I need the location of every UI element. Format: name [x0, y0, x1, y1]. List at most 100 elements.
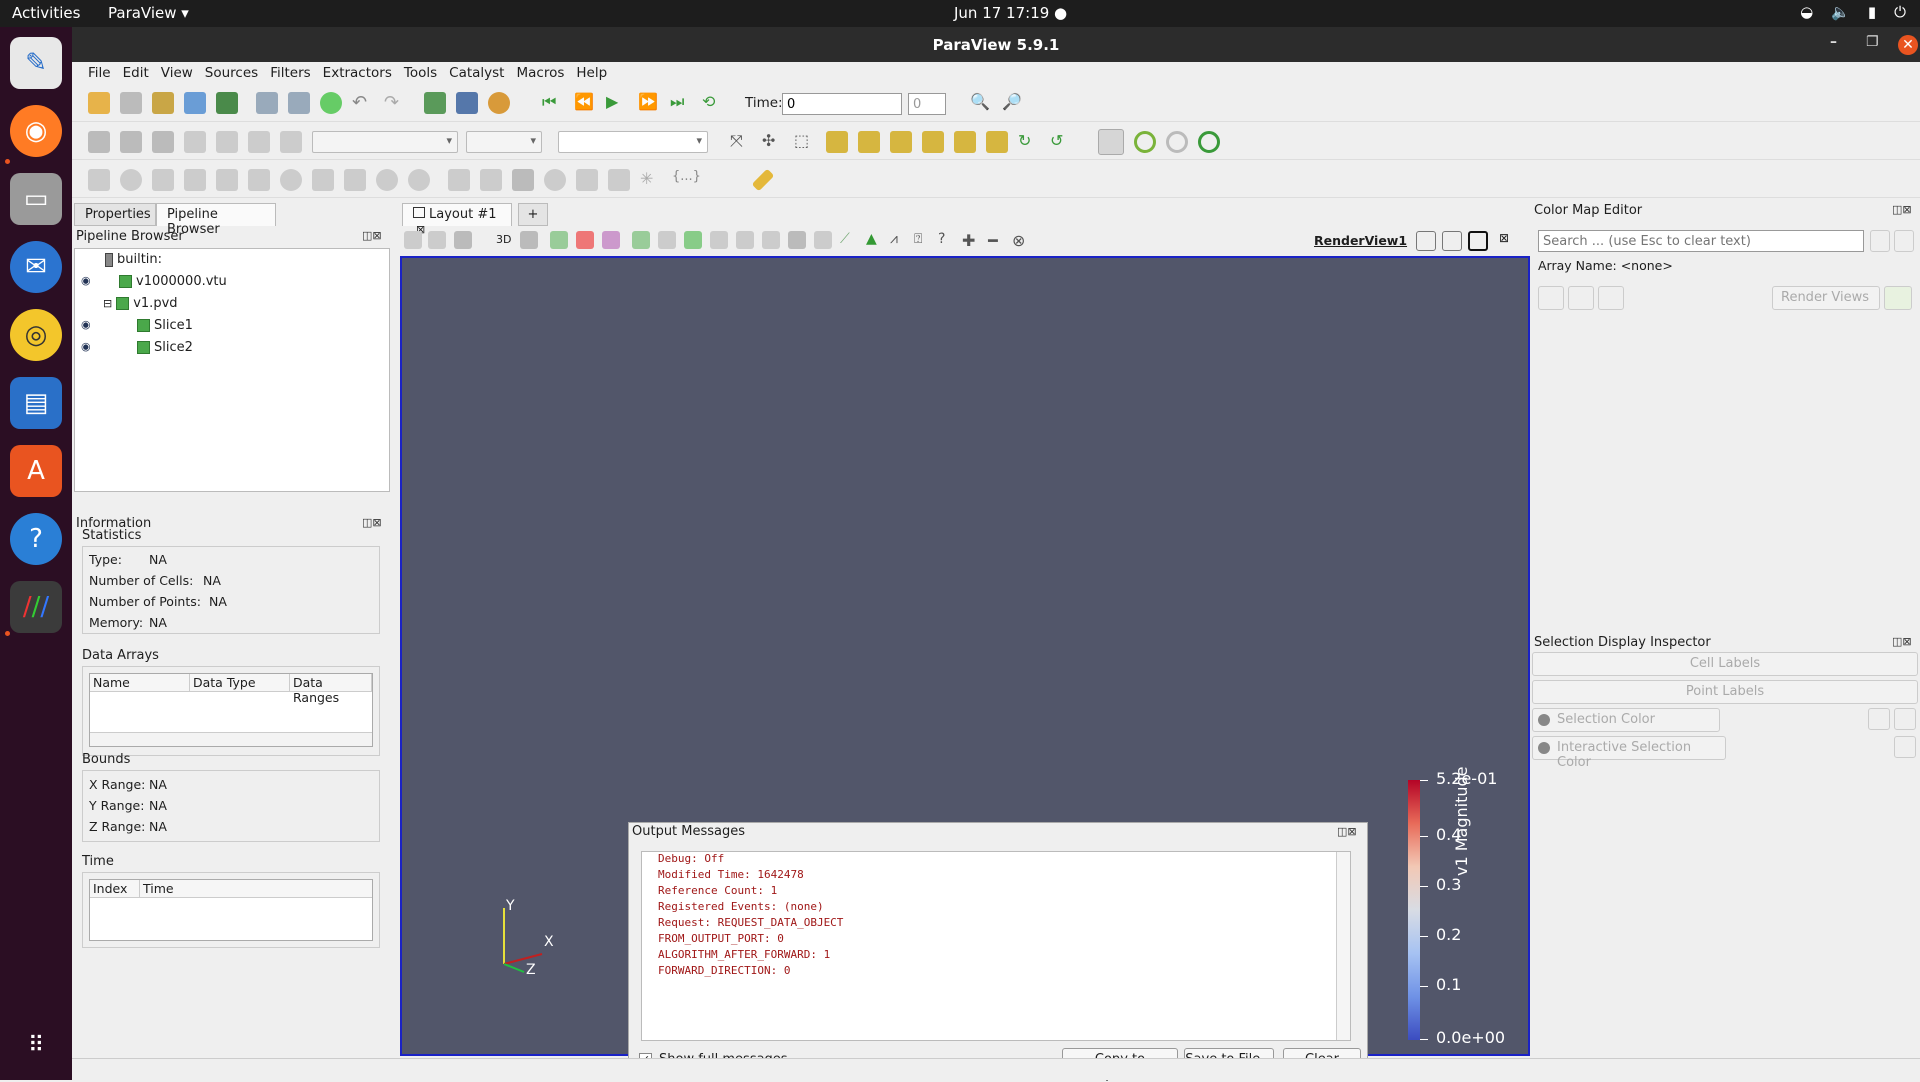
- python-script-icon[interactable]: {...}: [672, 169, 701, 191]
- slice-icon[interactable]: [184, 169, 206, 191]
- pipeline-item-slice2[interactable]: Slice2: [137, 340, 193, 355]
- files-icon[interactable]: ▭: [10, 173, 62, 225]
- python-calculator-icon[interactable]: [544, 169, 566, 191]
- temporal-icon[interactable]: [576, 169, 598, 191]
- zoom-to-box-icon[interactable]: ⬚: [794, 131, 816, 153]
- annotation-icon[interactable]: ▲: [866, 231, 884, 249]
- ruler-icon[interactable]: [751, 168, 775, 192]
- tab-layout-1[interactable]: Layout #1 ⊠: [402, 203, 512, 236]
- panel-float-close-icon[interactable]: ◫⊠: [362, 516, 382, 529]
- view-plus-x-icon[interactable]: [826, 131, 848, 153]
- visibility-eye-icon[interactable]: ◉: [81, 318, 91, 331]
- extract-level-icon[interactable]: [408, 169, 430, 191]
- rescale-over-time-icon[interactable]: [280, 131, 302, 153]
- restore-icon[interactable]: [1598, 286, 1624, 310]
- interactive-selection-color-button[interactable]: Interactive Selection Color: [1532, 736, 1726, 770]
- menu-tools[interactable]: Tools: [398, 62, 443, 84]
- gear-icon[interactable]: [1894, 708, 1916, 730]
- warp-icon[interactable]: [344, 169, 366, 191]
- search-input[interactable]: [1538, 230, 1864, 252]
- loop-icon[interactable]: ⟲: [702, 92, 724, 114]
- zoom-out-icon[interactable]: ━: [988, 231, 1006, 250]
- tab-properties[interactable]: Properties: [74, 203, 156, 226]
- col-time[interactable]: Time: [140, 880, 372, 898]
- col-name[interactable]: Name: [90, 674, 190, 692]
- auto-apply-icon[interactable]: [256, 92, 278, 114]
- system-tray[interactable]: ◒ 🔈 ▮ ⏻: [1800, 3, 1906, 21]
- load-state-icon[interactable]: [152, 92, 174, 114]
- menu-file[interactable]: File: [82, 62, 117, 84]
- point-labels-button[interactable]: Point Labels: [1532, 680, 1918, 704]
- view-minus-z-icon[interactable]: [986, 131, 1008, 153]
- zoom-to-data-icon[interactable]: ✣: [762, 131, 784, 153]
- histogram-icon[interactable]: [512, 169, 534, 191]
- maximize-view-icon[interactable]: [1468, 231, 1488, 251]
- output-messages-text[interactable]: Debug: Off Modified Time: 1642478 Refere…: [641, 851, 1351, 1041]
- find-data-icon[interactable]: 🔍: [970, 92, 992, 114]
- vertical-scrollbar[interactable]: [1336, 852, 1350, 1040]
- rescale-temporal-icon[interactable]: [216, 131, 238, 153]
- menu-view[interactable]: View: [155, 62, 199, 84]
- col-data-type[interactable]: Data Type: [190, 674, 290, 692]
- maximize-icon[interactable]: ❐: [1866, 34, 1879, 50]
- center-axes-icon[interactable]: [1134, 131, 1156, 153]
- contour-icon[interactable]: [120, 169, 142, 191]
- close-view-icon[interactable]: ⊠: [1494, 231, 1514, 251]
- menu-catalyst[interactable]: Catalyst: [443, 62, 510, 84]
- select-block-icon[interactable]: [632, 231, 650, 249]
- text-editor-icon[interactable]: ✎: [10, 37, 62, 89]
- stream-tracer-icon[interactable]: [312, 169, 334, 191]
- interactive-select-icon[interactable]: [658, 231, 676, 249]
- rotate-plus-90-icon[interactable]: ↻: [1018, 131, 1040, 153]
- pipeline-item-builtin[interactable]: builtin:: [105, 252, 162, 267]
- interaction-mode-icon[interactable]: [520, 231, 538, 249]
- shrink-selection-icon[interactable]: [736, 231, 754, 249]
- menu-sources[interactable]: Sources: [199, 62, 264, 84]
- minimize-icon[interactable]: –: [1830, 34, 1837, 50]
- undo-icon[interactable]: ↶: [352, 92, 374, 114]
- view-minus-y-icon[interactable]: [922, 131, 944, 153]
- panel-float-close-icon[interactable]: ◫⊠: [1892, 203, 1912, 216]
- stop-interaction-icon[interactable]: ⊗: [1012, 231, 1030, 250]
- view-minus-x-icon[interactable]: [858, 131, 880, 153]
- adjust-camera-icon[interactable]: [428, 231, 446, 249]
- capture-screenshot-icon[interactable]: [454, 231, 472, 249]
- selection-color-button[interactable]: Selection Color: [1532, 708, 1720, 732]
- hover-points-icon[interactable]: [762, 231, 780, 249]
- first-frame-icon[interactable]: ⏮: [542, 92, 564, 114]
- edit-color-map-icon[interactable]: [120, 131, 142, 153]
- previous-frame-icon[interactable]: ⏪: [574, 92, 596, 114]
- render-views-button[interactable]: Render Views: [1772, 286, 1880, 310]
- group-icon[interactable]: [376, 169, 398, 191]
- save-preset-icon[interactable]: [1568, 286, 1594, 310]
- next-frame-icon[interactable]: ⏩: [638, 92, 660, 114]
- extract-subset-icon[interactable]: [248, 169, 270, 191]
- horizontal-scrollbar[interactable]: [90, 732, 372, 746]
- annotate-icon[interactable]: [608, 169, 630, 191]
- hover-cells-icon[interactable]: [788, 231, 806, 249]
- color-palette-icon[interactable]: [488, 92, 510, 114]
- gear-icon[interactable]: [1894, 736, 1916, 758]
- rescale-custom-icon[interactable]: [184, 131, 206, 153]
- view-plus-y-icon[interactable]: [890, 131, 912, 153]
- data-arrays-table[interactable]: Name Data Type Data Ranges: [89, 673, 373, 747]
- reset-color-icon[interactable]: [1868, 708, 1890, 730]
- split-horizontal-icon[interactable]: [1416, 231, 1436, 251]
- plot-selection-icon[interactable]: [480, 169, 502, 191]
- color-array-combo[interactable]: [312, 131, 458, 153]
- select-cells-icon[interactable]: [550, 231, 568, 249]
- firefox-icon[interactable]: ◉: [10, 105, 62, 157]
- thunderbird-icon[interactable]: ✉: [10, 241, 62, 293]
- menu-edit[interactable]: Edit: [117, 62, 155, 84]
- pipeline-item-v1000000[interactable]: v1000000.vtu: [119, 274, 227, 289]
- pipeline-item-slice1[interactable]: Slice1: [137, 318, 193, 333]
- visibility-eye-icon[interactable]: ◉: [81, 274, 91, 287]
- threshold-icon[interactable]: [216, 169, 238, 191]
- reset-session-icon[interactable]: [320, 92, 342, 114]
- last-frame-icon[interactable]: ⏭: [670, 92, 692, 114]
- edit-label-icon[interactable]: ⟋: [840, 231, 858, 249]
- selection-question-icon[interactable]: ?: [938, 231, 956, 249]
- representation-combo[interactable]: [558, 131, 708, 153]
- time-input[interactable]: [782, 93, 902, 115]
- grow-selection-icon[interactable]: [710, 231, 728, 249]
